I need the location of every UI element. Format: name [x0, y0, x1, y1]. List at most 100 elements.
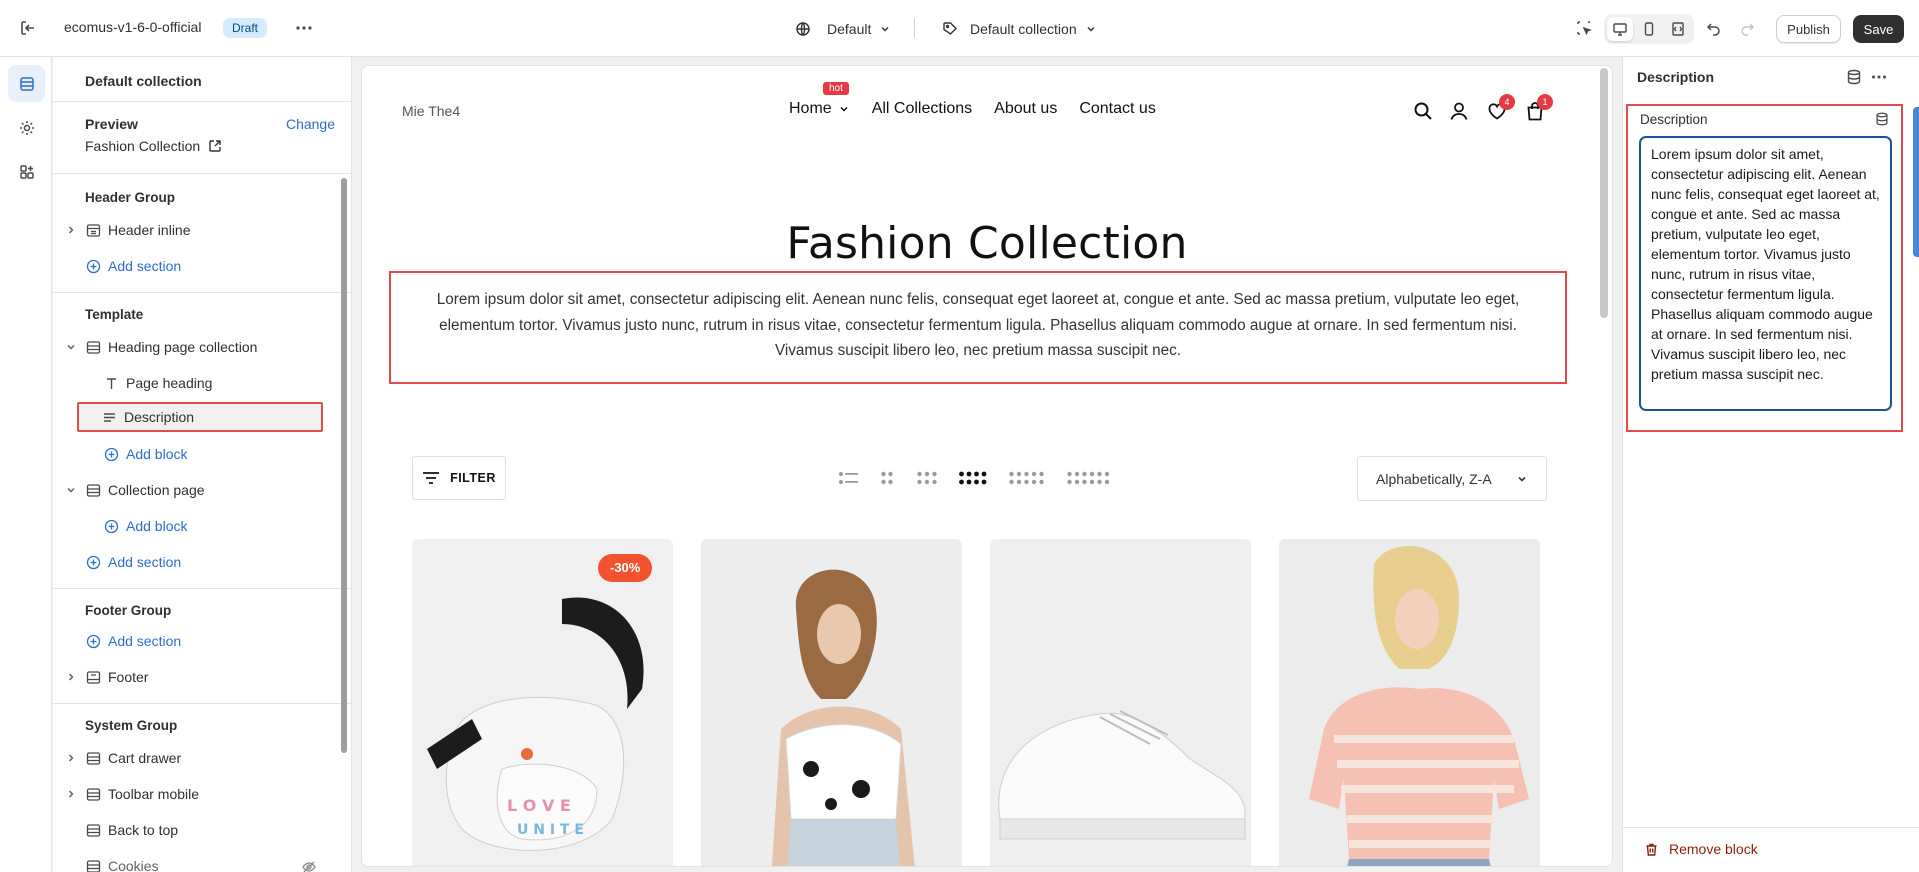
section-footer[interactable]: Footer — [63, 662, 333, 692]
grid-5-layout-icon[interactable] — [1008, 469, 1046, 487]
divider — [914, 18, 915, 38]
chevron-down-icon[interactable] — [63, 339, 79, 355]
publish-button[interactable]: Publish — [1776, 15, 1841, 43]
section-toolbar-mobile[interactable]: Toolbar mobile — [63, 779, 333, 809]
field-label: Description — [1640, 112, 1708, 127]
desktop-view-icon[interactable] — [1607, 17, 1633, 41]
block-label: Page heading — [126, 375, 213, 391]
wishlist-count-badge: 4 — [1499, 94, 1515, 110]
search-icon[interactable] — [1412, 100, 1434, 122]
canvas-scrollbar[interactable] — [1600, 68, 1608, 318]
icon-rail — [0, 57, 52, 872]
description-textarea[interactable]: Lorem ipsum dolor sit amet, consectetur … — [1639, 136, 1892, 411]
filter-icon — [422, 471, 440, 485]
trash-icon — [1644, 842, 1659, 857]
redo-icon[interactable] — [1736, 17, 1758, 39]
nav-label: Home — [789, 100, 832, 117]
product-card[interactable] — [701, 539, 962, 866]
nav-about-us[interactable]: About us — [994, 100, 1057, 118]
divider — [53, 173, 351, 174]
chevron-right-icon[interactable] — [63, 669, 79, 685]
nav-all-collections[interactable]: All Collections — [872, 100, 972, 118]
description-setting: Description Lorem ipsum dolor sit amet, … — [1626, 104, 1903, 432]
add-section-footer[interactable]: Add section — [85, 626, 351, 656]
section-label: Collection page — [108, 482, 205, 498]
nav-contact-us[interactable]: Contact us — [1079, 100, 1155, 118]
full-width-view-icon[interactable] — [1665, 17, 1691, 41]
section-icon — [85, 822, 101, 838]
page-heading[interactable]: Fashion Collection — [362, 218, 1612, 269]
exit-icon[interactable] — [18, 18, 38, 38]
footer-section-icon — [85, 669, 101, 685]
chevron-down-icon — [1085, 23, 1097, 35]
section-icon — [85, 786, 101, 802]
add-section-header[interactable]: Add section — [85, 251, 351, 281]
mobile-view-icon[interactable] — [1636, 17, 1662, 41]
block-page-heading[interactable]: Page heading — [103, 368, 333, 398]
theme-settings-icon[interactable] — [8, 109, 45, 146]
system-group-title: System Group — [85, 718, 178, 733]
apps-icon[interactable] — [8, 153, 45, 190]
section-cart-drawer[interactable]: Cart drawer — [63, 743, 333, 773]
grid-6-layout-icon[interactable] — [1066, 469, 1112, 487]
product-card[interactable] — [990, 539, 1251, 866]
block-description[interactable]: Description — [77, 402, 323, 432]
preview-label: Preview — [85, 116, 138, 132]
add-block-label: Add block — [126, 446, 188, 462]
remove-block-button[interactable]: Remove block — [1644, 841, 1758, 857]
section-icon — [85, 482, 101, 498]
grid-4-layout-icon[interactable] — [958, 469, 988, 487]
cart-count-badge: 1 — [1537, 94, 1553, 110]
chevron-down-icon — [1516, 473, 1528, 485]
product-card[interactable]: L O V E U N I T E -30% — [412, 539, 673, 866]
product-image-sneaker — [990, 539, 1251, 866]
block-label: Description — [124, 409, 195, 425]
more-actions-icon[interactable] — [1870, 68, 1888, 86]
text-icon — [103, 375, 119, 391]
filter-button[interactable]: FILTER — [412, 456, 506, 500]
svg-text:U N I T E: U N I T E — [517, 822, 584, 838]
chevron-right-icon[interactable] — [63, 222, 79, 238]
sort-select[interactable]: Alphabetically, Z-A — [1357, 456, 1547, 501]
main-nav: Home hot All Collections About us Contac… — [789, 82, 1156, 118]
section-label: Back to top — [108, 822, 179, 838]
collection-select[interactable]: Default collection — [942, 17, 1097, 41]
panel-scrollbar[interactable] — [341, 178, 347, 753]
sections-panel: Default collection Preview Change Fashio… — [53, 57, 352, 872]
collection-description[interactable]: Lorem ipsum dolor sit amet, consectetur … — [389, 271, 1567, 384]
grid-2-layout-icon[interactable] — [880, 469, 894, 487]
add-section-template[interactable]: Add section — [85, 547, 351, 577]
add-block-collection[interactable]: Add block — [103, 511, 333, 541]
change-preview-link[interactable]: Change — [286, 116, 335, 132]
eye-hidden-icon[interactable] — [301, 859, 317, 872]
filter-label: FILTER — [450, 471, 496, 485]
plus-circle-icon — [85, 554, 101, 570]
grid-3-layout-icon[interactable] — [916, 469, 938, 487]
add-block-heading[interactable]: Add block — [103, 439, 333, 469]
section-collection-page[interactable]: Collection page — [63, 475, 333, 505]
more-actions-icon[interactable] — [294, 18, 314, 38]
chevron-right-icon[interactable] — [63, 750, 79, 766]
list-layout-icon[interactable] — [838, 469, 860, 487]
product-card[interactable] — [1279, 539, 1540, 866]
nav-home[interactable]: Home hot — [789, 82, 850, 118]
chevron-right-icon[interactable] — [63, 786, 79, 802]
inspector-icon[interactable] — [1573, 17, 1595, 39]
plus-circle-icon — [85, 258, 101, 274]
sections-icon[interactable] — [8, 65, 45, 102]
section-back-to-top[interactable]: Back to top — [85, 815, 351, 845]
store-logo[interactable]: Mie The4 — [402, 103, 460, 119]
section-header-inline[interactable]: Header inline — [63, 215, 333, 245]
template-select[interactable]: Default — [795, 17, 891, 41]
block-settings-panel: Description Description Lorem ipsum dolo… — [1622, 57, 1919, 872]
chevron-down-icon[interactable] — [63, 482, 79, 498]
dynamic-source-icon[interactable] — [1845, 68, 1863, 86]
panel-edge-handle[interactable] — [1913, 107, 1919, 257]
section-heading-page-collection[interactable]: Heading page collection — [63, 332, 333, 362]
dynamic-source-icon[interactable] — [1874, 111, 1890, 127]
tag-icon — [942, 21, 958, 37]
save-button[interactable]: Save — [1853, 15, 1904, 43]
external-link-icon[interactable] — [208, 139, 222, 153]
undo-icon[interactable] — [1703, 17, 1725, 39]
account-icon[interactable] — [1448, 100, 1470, 122]
